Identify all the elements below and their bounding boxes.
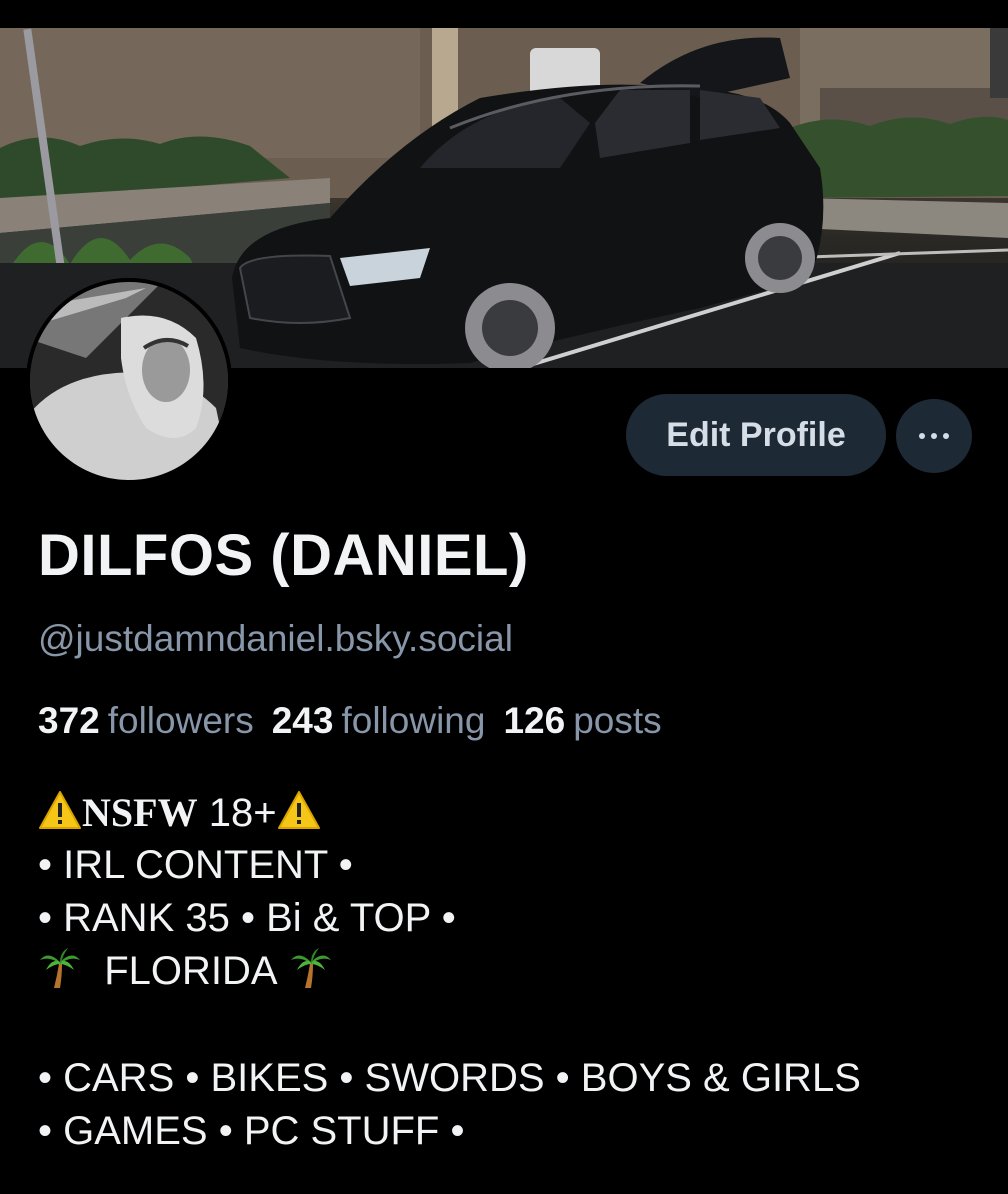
- posts-label: posts: [573, 700, 662, 741]
- bio-line-3: • RANK 35 • Bi & TOP •: [38, 896, 456, 940]
- display-name: DILFOS (DANIEL): [38, 523, 529, 588]
- more-options-button[interactable]: [896, 399, 972, 473]
- following-stat[interactable]: 243 following: [272, 700, 486, 741]
- posts-count: 126: [503, 700, 566, 741]
- warning-icon: [39, 791, 81, 829]
- avatar[interactable]: [26, 278, 232, 484]
- bio-age-text: 18+: [208, 791, 277, 835]
- palm-tree-icon: [290, 948, 331, 988]
- profile-bio: NSFW 18+ • IRL CONTENT • • RANK 35 • Bi …: [38, 786, 861, 1158]
- profile-stats: 372 followers 243 following 126 posts: [38, 700, 662, 742]
- followers-count: 372: [38, 700, 100, 741]
- palm-tree-icon: [40, 948, 80, 988]
- following-count: 243: [271, 700, 334, 741]
- bio-line-6: • GAMES • PC STUFF •: [38, 1109, 465, 1153]
- bio-nsfw-text: NSFW: [82, 790, 198, 835]
- bio-line-4: FLORIDA: [38, 945, 861, 998]
- avatar-image: [26, 278, 232, 484]
- bio-blank-line: [38, 998, 861, 1052]
- posts-stat: 126 posts: [503, 700, 661, 741]
- followers-stat[interactable]: 372 followers: [38, 700, 254, 741]
- bio-line-5: • CARS • BIKES • SWORDS • BOYS & GIRLS: [38, 1056, 861, 1100]
- profile-handle[interactable]: @justdamndaniel.bsky.social: [38, 618, 513, 660]
- ellipsis-icon: [919, 433, 949, 439]
- bio-location-text: FLORIDA: [104, 949, 278, 993]
- following-label: following: [341, 700, 486, 741]
- status-bar-area: [0, 0, 1008, 28]
- bio-line-1: NSFW 18+: [38, 786, 861, 839]
- followers-label: followers: [107, 700, 254, 741]
- edit-profile-button[interactable]: Edit Profile: [626, 394, 886, 476]
- warning-icon: [277, 791, 320, 829]
- bio-line-2: • IRL CONTENT •: [38, 843, 353, 887]
